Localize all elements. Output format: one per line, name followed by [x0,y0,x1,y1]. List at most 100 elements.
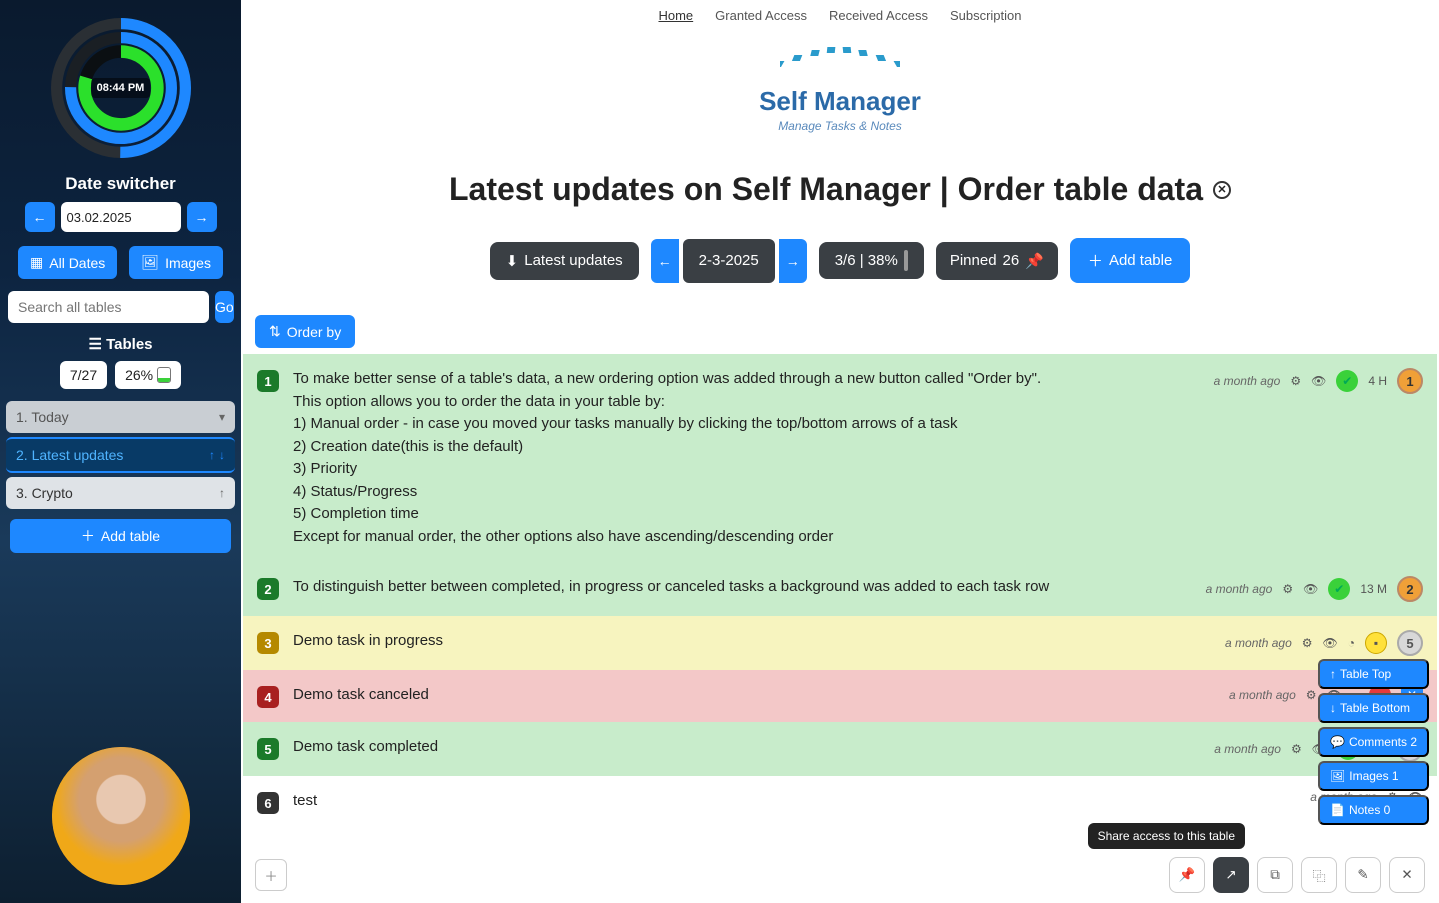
arrow-up-icon[interactable]: ↑ [209,448,215,462]
task-timestamp: a month ago [1214,374,1281,388]
brand-name: Self Manager [241,86,1439,117]
gear-icon[interactable]: ⚙ [1291,742,1302,756]
page-title: Latest updates on Self Manager | Order t… [241,171,1439,208]
task-text: Demo task completed [293,736,1200,759]
pin-table-button[interactable]: 📌 [1169,857,1205,893]
sidebar-item-label: 3. Crypto [16,485,73,501]
images-button[interactable]: 🖼 Images [129,246,223,279]
task-number-badge: 3 [257,632,279,654]
order-by-label: Order by [287,324,341,340]
gear-icon[interactable]: ⚙ [1306,688,1317,702]
comment-icon: 💬 [1330,735,1345,749]
top-nav: Home Granted Access Received Access Subs… [241,0,1439,27]
search-input[interactable] [8,291,209,323]
sidebar-add-table-button[interactable]: ＋ Add table [10,519,231,553]
logo-icon [780,41,900,77]
add-row-button[interactable]: ＋ [255,859,287,891]
task-row[interactable]: 6testa month ago⚙👁 [243,776,1437,828]
float-images-button[interactable]: 🖼Images 1 [1318,761,1429,791]
menu-icon: ☰ [88,336,101,353]
status-done-icon[interactable]: ✔ [1336,370,1358,392]
table-top-button[interactable]: ↑ Table Top [1318,659,1429,689]
main-content: Home Granted Access Received Access Subs… [241,0,1439,903]
brand-block: Self Manager Manage Tasks & Notes [241,41,1439,133]
clock-icon[interactable]: ◔ [1348,636,1355,650]
note-icon: 📄 [1330,803,1345,817]
nav-granted-access[interactable]: Granted Access [715,8,807,23]
add-table-label: Add table [1109,252,1172,269]
task-text: To make better sense of a table's data, … [293,368,1200,548]
tables-count-pill: 7/27 [60,361,107,389]
arrow-up-icon: ↑ [1330,667,1336,681]
priority-badge[interactable]: 5 [1397,630,1423,656]
task-row[interactable]: 4Demo task canceleda month ago⚙👁◔✕ [243,670,1437,722]
copy-button[interactable]: ⧉ [1257,857,1293,893]
toolbar-date[interactable]: 2-3-2025 [683,239,775,283]
task-text: To distinguish better between completed,… [293,576,1192,599]
share-tooltip: Share access to this table [1088,823,1245,849]
gear-icon[interactable]: ⚙ [1282,582,1293,596]
plus-icon: ＋ [81,526,95,546]
date-next-button[interactable]: → [187,202,217,232]
sidebar-table-latest-updates[interactable]: 2. Latest updates ↑↓ [6,437,235,473]
sidebar-table-crypto[interactable]: 3. Crypto ↑ [6,477,235,509]
task-text: Demo task in progress [293,630,1211,653]
avatar[interactable] [52,747,190,885]
add-table-label: Add table [101,528,160,544]
add-table-button[interactable]: ＋ Add table [1070,238,1190,283]
task-duration: 13 M [1360,582,1387,596]
close-circle-icon[interactable]: ✕ [1213,181,1231,199]
chevron-down-icon: ▾ [219,410,225,424]
all-dates-button[interactable]: ▦ All Dates [18,246,117,279]
bottom-bar: ＋ Share access to this table 📌 ↗ ⧉ ⿻ ✎ ✕ [255,857,1425,893]
task-timestamp: a month ago [1225,636,1292,650]
delete-button[interactable]: ✕ [1389,857,1425,893]
images-label: Images [165,255,211,271]
date-switcher-title: Date switcher [6,174,235,194]
toolbar-date-next[interactable]: → [779,239,807,283]
latest-updates-button[interactable]: ⬇ Latest updates [490,242,639,280]
eye-slash-icon[interactable]: 👁 [1323,636,1338,650]
arrow-down-icon[interactable]: ↓ [219,448,225,462]
gear-icon[interactable]: ⚙ [1290,374,1301,388]
eye-slash-icon[interactable]: 👁 [1303,582,1318,596]
task-row[interactable]: 3 Demo task in progress a month ago ⚙ 👁 ◔ ▪ 5 [243,616,1437,670]
floating-actions: ↑ Table Top ↓Table Bottom 💬Comments 2 🖼Im… [1318,659,1429,825]
duplicate-button[interactable]: ⿻ [1301,857,1337,893]
nav-home[interactable]: Home [658,8,693,23]
table-top-label: Table Top [1340,667,1391,681]
sidebar-item-label: 1. Today [16,409,69,425]
gear-icon[interactable]: ⚙ [1302,636,1313,650]
order-by-button[interactable]: ⇅ Order by [255,315,355,348]
edit-button[interactable]: ✎ [1345,857,1381,893]
progress-indicator: 3/6 | 38% [819,242,924,279]
priority-badge[interactable]: 1 [1397,368,1423,394]
task-timestamp: a month ago [1214,742,1281,756]
eye-slash-icon[interactable]: 👁 [1311,374,1326,388]
task-meta: a month ago⚙👁✔13 M2 [1206,576,1423,602]
status-done-icon[interactable]: ✔ [1328,578,1350,600]
comments-button[interactable]: 💬Comments 2 [1318,727,1429,757]
task-row[interactable]: 2 To distinguish better between completed… [243,562,1437,616]
sidebar-table-today[interactable]: 1. Today ▾ [6,401,235,433]
toolbar-date-prev[interactable]: ← [651,239,679,283]
reorder-arrows[interactable]: ↑↓ [209,448,225,462]
table-bottom-label: Table Bottom [1340,701,1410,715]
task-row[interactable]: 1 To make better sense of a table's data,… [243,354,1437,562]
task-row[interactable]: 5Demo task completeda month ago⚙👁✔3 S5 [243,722,1437,776]
nav-subscription[interactable]: Subscription [950,8,1022,23]
date-prev-button[interactable]: ← [25,202,55,232]
arrow-up-icon[interactable]: ↑ [219,486,225,500]
table-bottom-button[interactable]: ↓Table Bottom [1318,693,1429,723]
status-progress-icon[interactable]: ▪ [1365,632,1387,654]
date-input[interactable] [61,202,181,232]
tables-header-label: Tables [106,336,152,353]
nav-received-access[interactable]: Received Access [829,8,928,23]
notes-button[interactable]: 📄Notes 0 [1318,795,1429,825]
pinned-button[interactable]: Pinned 26 📌 [936,242,1058,280]
search-go-button[interactable]: Go [215,291,234,323]
priority-badge[interactable]: 2 [1397,576,1423,602]
share-button[interactable]: ↗ [1213,857,1249,893]
tables-header: ☰ Tables [6,335,235,353]
pin-icon: 📌 [1179,867,1196,883]
